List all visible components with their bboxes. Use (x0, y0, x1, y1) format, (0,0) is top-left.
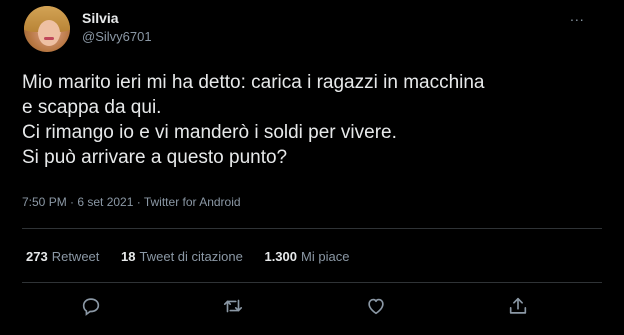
retweet-icon (223, 299, 243, 313)
display-name[interactable]: Silvia (82, 10, 119, 26)
reply-icon (82, 298, 100, 316)
like-button[interactable] (365, 295, 387, 317)
divider (22, 282, 602, 283)
retweet-button[interactable] (222, 295, 244, 317)
like-count: 1.300 (264, 249, 298, 264)
heart-icon (368, 298, 384, 315)
tweet-timestamp[interactable]: 7:50 PM · 6 set 2021 · Twitter for Andro… (22, 195, 241, 209)
quote-label: Tweet di citazione (139, 249, 243, 264)
user-handle[interactable]: @Silvy6701 (82, 29, 152, 44)
retweet-label: Retweet (51, 249, 100, 264)
avatar[interactable] (24, 6, 70, 52)
reply-button[interactable] (80, 295, 102, 317)
like-label: Mi piace (301, 249, 350, 264)
share-icon (509, 297, 527, 314)
like-stat[interactable]: 1.300 Mi piace (264, 249, 349, 264)
divider (22, 228, 602, 229)
quote-stat[interactable]: 18 Tweet di citazione (121, 249, 243, 264)
tweet-text-line: e scappa da qui. (22, 97, 162, 118)
retweet-count: 273 (26, 249, 48, 264)
tweet-text-line: Mio marito ieri mi ha detto: carica i ra… (22, 72, 485, 93)
more-options-icon[interactable]: ... (570, 8, 585, 24)
tweet-stats: 273 Retweet 18 Tweet di citazione 1.300 Mi … (26, 249, 367, 264)
retweet-stat[interactable]: 273 Retweet (26, 249, 99, 264)
avatar-lips (44, 37, 54, 40)
tweet-text: Mio marito ieri mi ha detto: carica i ra… (22, 70, 612, 170)
tweet-text-line: Ci rimango io e vi manderò i soldi per v… (22, 122, 397, 143)
quote-count: 18 (121, 249, 136, 264)
tweet-text-line: Si può arrivare a questo punto? (22, 147, 288, 168)
tweet-card: Silvia @Silvy6701 ... Mio marito ieri mi… (0, 0, 624, 335)
avatar-face (38, 20, 60, 46)
share-button[interactable] (507, 295, 529, 317)
